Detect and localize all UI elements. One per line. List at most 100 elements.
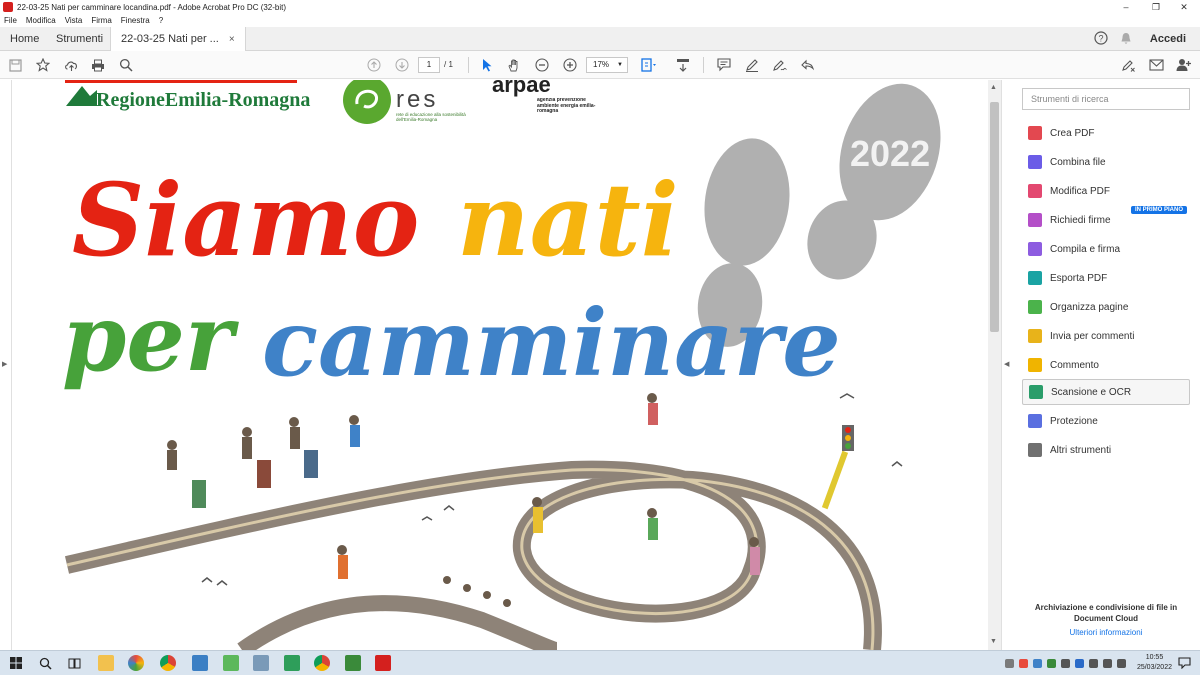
- tools-search-input[interactable]: Strumenti di ricerca: [1022, 88, 1190, 110]
- menu-modifica[interactable]: Modifica: [26, 16, 56, 25]
- vertical-scrollbar[interactable]: ▲ ▼: [988, 80, 1001, 650]
- add-comment-icon[interactable]: [715, 56, 733, 74]
- select-cursor-icon[interactable]: [478, 56, 496, 74]
- tool-richiedi-firme[interactable]: Richiedi firme: [1022, 207, 1190, 233]
- fill-sign-icon: [1028, 242, 1042, 256]
- print-icon[interactable]: [89, 56, 107, 74]
- regione-emilia-romagna-logo: RegioneEmilia-Romagna: [65, 80, 310, 111]
- notification-center-icon[interactable]: [1178, 657, 1191, 669]
- scroll-down-icon[interactable]: ▼: [990, 638, 997, 645]
- app-icon[interactable]: [253, 655, 269, 671]
- menu-finestra[interactable]: Finestra: [121, 16, 150, 25]
- task-view-icon[interactable]: [68, 657, 81, 670]
- zoom-in-icon[interactable]: [561, 56, 579, 74]
- tool-combina-file[interactable]: Combina file: [1022, 149, 1190, 175]
- bluetooth-icon[interactable]: [1075, 659, 1084, 668]
- tab-document[interactable]: 22-03-25 Nati per ... ×: [110, 27, 246, 52]
- menu-help[interactable]: ?: [159, 16, 163, 25]
- tab-bar: Home Strumenti 22-03-25 Nati per ... × ? …: [0, 27, 1200, 52]
- chrome-icon[interactable]: [314, 655, 330, 671]
- add-user-icon[interactable]: [1174, 56, 1192, 74]
- sign-icon[interactable]: [770, 56, 788, 74]
- hand-tool-icon[interactable]: [505, 56, 523, 74]
- learn-more-link[interactable]: Ulteriori informazioni: [1022, 628, 1190, 637]
- arpae-logo-subtitle: agenzia prevenzione ambiente energia emi…: [537, 98, 596, 114]
- fit-page-icon[interactable]: [640, 56, 658, 74]
- tab-home[interactable]: Home: [10, 27, 39, 51]
- menu-firma[interactable]: Firma: [91, 16, 111, 25]
- tool-esporta-pdf[interactable]: Esporta PDF: [1022, 265, 1190, 291]
- tool-modifica-pdf[interactable]: Modifica PDF: [1022, 178, 1190, 204]
- scan-ocr-icon: [1029, 385, 1043, 399]
- zoom-level-select[interactable]: 17% ▼: [586, 57, 628, 73]
- notifications-bell-icon[interactable]: [1120, 32, 1132, 45]
- tray-icon[interactable]: [1033, 659, 1042, 668]
- search-icon[interactable]: [117, 56, 135, 74]
- app-icon[interactable]: [223, 655, 239, 671]
- menu-vista[interactable]: Vista: [65, 16, 83, 25]
- minimize-button[interactable]: –: [1110, 0, 1142, 14]
- acrobat-taskbar-icon[interactable]: [375, 655, 391, 671]
- document-viewport[interactable]: RegioneEmilia-Romagna res rete di educaz…: [12, 80, 988, 650]
- scroll-up-icon[interactable]: ▲: [990, 84, 997, 91]
- tool-label: Compila e firma: [1050, 243, 1121, 255]
- edit-pdf-icon: [1028, 184, 1042, 198]
- zoom-out-icon[interactable]: [533, 56, 551, 74]
- app-icon[interactable]: [284, 655, 300, 671]
- tray-icon[interactable]: [1019, 659, 1028, 668]
- tray-icon[interactable]: [1061, 659, 1070, 668]
- file-explorer-icon[interactable]: [98, 655, 114, 671]
- help-icon[interactable]: ?: [1094, 31, 1108, 45]
- left-pane-toggle[interactable]: ▶: [0, 80, 12, 650]
- app-icon[interactable]: [345, 655, 361, 671]
- cloud-upload-icon[interactable]: [62, 56, 80, 74]
- windows-start-icon[interactable]: [10, 657, 22, 669]
- menu-file[interactable]: File: [4, 16, 17, 25]
- zoom-level-value: 17%: [593, 60, 610, 69]
- year-label: 2022: [850, 133, 930, 174]
- region-logo-text: RegioneEmilia-Romagna: [96, 89, 310, 111]
- system-clock[interactable]: 10:55 25/03/2022: [1137, 653, 1172, 673]
- tool-altri-strumenti[interactable]: Altri strumenti: [1022, 437, 1190, 463]
- tool-commento[interactable]: Commento: [1022, 352, 1190, 378]
- highlight-pen-icon[interactable]: [743, 56, 761, 74]
- acrobat-app-icon: [3, 2, 13, 12]
- scrollbar-thumb[interactable]: [990, 102, 999, 332]
- app-icon[interactable]: [192, 655, 208, 671]
- headline-per: per: [62, 284, 240, 392]
- link-sign-icon[interactable]: [1119, 56, 1137, 74]
- page-total-label: / 1: [444, 60, 453, 69]
- volume-icon[interactable]: [1103, 659, 1112, 668]
- export-pdf-icon: [1028, 271, 1042, 285]
- tools-pane-toggle[interactable]: ◀: [1001, 80, 1012, 650]
- save-icon[interactable]: [6, 56, 24, 74]
- bookmark-star-icon[interactable]: [34, 56, 52, 74]
- tool-crea-pdf[interactable]: Crea PDF: [1022, 120, 1190, 146]
- main-toolbar: 1 / 1 17% ▼: [0, 51, 1200, 79]
- chrome-icon[interactable]: [160, 655, 176, 671]
- next-page-icon[interactable]: [393, 56, 411, 74]
- tool-scansione-ocr[interactable]: Scansione e OCR: [1022, 379, 1190, 405]
- tool-protezione[interactable]: Protezione: [1022, 408, 1190, 434]
- taskbar-search-icon[interactable]: [39, 657, 52, 670]
- photos-app-icon[interactable]: [128, 655, 144, 671]
- sign-in-button[interactable]: Accedi: [1150, 27, 1186, 51]
- windows-taskbar: 10:55 25/03/2022: [0, 650, 1200, 675]
- tray-icon[interactable]: [1047, 659, 1056, 668]
- tool-invia-commenti[interactable]: Invia per commenti: [1022, 323, 1190, 349]
- tray-icon[interactable]: [1005, 659, 1014, 668]
- keyboard-icon[interactable]: [1117, 659, 1126, 668]
- network-icon[interactable]: [1089, 659, 1098, 668]
- previous-page-icon[interactable]: [365, 56, 383, 74]
- scroll-mode-icon[interactable]: [674, 56, 692, 74]
- tool-compila-firma[interactable]: Compila e firma: [1022, 236, 1190, 262]
- tab-tools[interactable]: Strumenti: [56, 27, 103, 51]
- arpae-logo: arpae agenzia prevenzione ambiente energ…: [492, 80, 596, 114]
- tab-document-label: 22-03-25 Nati per ...: [121, 33, 219, 45]
- close-window-button[interactable]: ✕: [1168, 0, 1200, 14]
- page-number-input[interactable]: 1: [418, 57, 440, 73]
- tool-organizza-pagine[interactable]: Organizza pagine: [1022, 294, 1190, 320]
- share-icon[interactable]: [798, 56, 816, 74]
- email-icon[interactable]: [1147, 56, 1165, 74]
- close-tab-icon[interactable]: ×: [229, 34, 235, 45]
